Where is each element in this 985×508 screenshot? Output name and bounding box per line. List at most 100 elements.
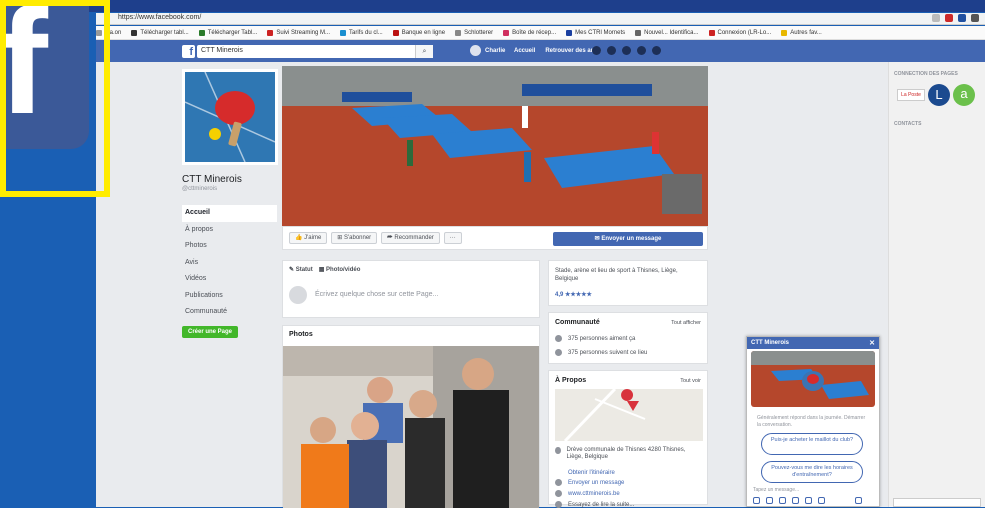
highlight-frame	[0, 0, 110, 197]
bookmark-item[interactable]: Boîte de récep...	[503, 29, 556, 36]
browser-title-bar	[0, 0, 985, 12]
bookmarks-bar: Ga.on Télécharger tabl... Télécharger Ta…	[96, 26, 985, 40]
chevron-down-icon[interactable]	[652, 46, 661, 55]
nav-profile-link[interactable]: Charlie	[470, 45, 505, 56]
website-row: www.cttminerois.be	[555, 490, 620, 497]
bookmark-item[interactable]: Mes CTRl Mornets	[566, 29, 625, 36]
like-icon[interactable]	[855, 497, 862, 504]
image-icon[interactable]	[753, 497, 760, 504]
emoji-icon[interactable]	[792, 497, 799, 504]
location-pin-icon	[555, 447, 561, 454]
message-link[interactable]: Envoyer un message	[568, 480, 624, 486]
bookmark-item[interactable]: Connexion (LR-Lo...	[708, 29, 771, 36]
messenger-icon[interactable]	[607, 46, 616, 55]
right-sidebar: CONNECTION DES PAGES La Poste L a CONTAC…	[888, 62, 985, 507]
chat-window: CTT Minerois ✕ Généralement répond dans …	[746, 336, 880, 507]
team-photo[interactable]	[283, 346, 539, 508]
bookmark-item[interactable]: Banque en ligne	[392, 29, 445, 36]
apropos-card: À Propos Tout voir Drève communale de Th…	[548, 370, 708, 508]
logo-l[interactable]: L	[928, 84, 950, 106]
create-page-button[interactable]: Créer une Page	[182, 326, 238, 338]
avatar	[470, 45, 481, 56]
community-card: Communauté Tout afficher 375 personnes a…	[548, 312, 708, 364]
page-nav-about[interactable]: À propos	[182, 222, 277, 239]
quick-reply-button[interactable]: Pouvez-vous me dire les horaires d'entra…	[761, 461, 863, 483]
contacts-title: CONTACTS	[894, 121, 922, 127]
chat-info-text: Généralement répond dans la journée. Dém…	[757, 415, 866, 428]
friends-icon[interactable]	[592, 46, 601, 55]
notifications-icon[interactable]	[622, 46, 631, 55]
composer-tab-photo[interactable]: ▦ Photo/vidéo	[319, 266, 361, 273]
post-composer: ✎ Statut ▦ Photo/vidéo Écrivez quelque c…	[282, 260, 540, 318]
community-row: 375 personnes suivent ce lieu	[555, 349, 647, 356]
bookmark-item[interactable]: Télécharger Tabl...	[198, 29, 257, 36]
page-rating[interactable]: 4,9 ★★★★★	[555, 291, 592, 298]
community-see-all-link[interactable]: Tout afficher	[671, 320, 701, 326]
quick-reply-button[interactable]: Puis-je acheter le maillot du club?	[761, 433, 863, 455]
search-input-value: CTT Minerois	[201, 47, 243, 54]
directions-row: Obtenir l'itinéraire	[555, 469, 615, 476]
page-nav-posts[interactable]: Publications	[182, 288, 277, 305]
sidebar-page-logos: La Poste L a	[897, 84, 975, 106]
website-link[interactable]: www.cttminerois.be	[568, 491, 620, 497]
composer-tab-status[interactable]: ✎ Statut	[289, 266, 313, 273]
chat-search-input[interactable]	[893, 498, 981, 507]
close-icon[interactable]: ✕	[869, 339, 875, 347]
avatar	[289, 286, 307, 304]
like-icon	[555, 335, 562, 342]
nav-links: Accueil Retrouver des amis	[514, 48, 601, 54]
chat-input[interactable]: Tapez un message...	[753, 487, 799, 493]
chat-header[interactable]: CTT Minerois ✕	[747, 337, 879, 349]
gif-icon[interactable]	[766, 497, 773, 504]
page-nav-videos[interactable]: Vidéos	[182, 271, 277, 288]
globe-icon	[555, 490, 562, 497]
browser-extension-icons	[932, 14, 979, 22]
search-icon[interactable]: ⌕	[415, 45, 433, 58]
apropos-see-all-link[interactable]: Tout voir	[680, 378, 701, 384]
bookmark-item[interactable]: Autres fav...	[781, 29, 822, 36]
page-nav: Accueil À propos Photos Avis Vidéos Publ…	[182, 205, 277, 321]
follow-button[interactable]: ⊞ S'abonner	[331, 232, 378, 244]
search-input[interactable]: CTT Minerois ⌕	[197, 45, 433, 58]
nav-link-home[interactable]: Accueil	[514, 48, 535, 54]
like-button[interactable]: 👍 J'aime	[289, 232, 328, 244]
extension-icon[interactable]	[945, 14, 953, 22]
bookmark-item[interactable]: Suivi Streaming M...	[267, 29, 330, 36]
facebook-top-nav: f CTT Minerois ⌕ Charlie Accueil Retrouv…	[96, 40, 985, 62]
address-bar[interactable]: https://www.facebook.com/	[96, 13, 985, 25]
help-icon[interactable]	[637, 46, 646, 55]
bookmark-item[interactable]: Schlotterer	[455, 29, 493, 36]
send-message-button[interactable]: ✉ Envoyer un message	[553, 232, 703, 246]
nav-icons	[592, 46, 661, 55]
logo-a[interactable]: a	[953, 84, 975, 106]
attachment-icon[interactable]	[805, 497, 812, 504]
url-text[interactable]: https://www.facebook.com/	[118, 14, 201, 21]
page-body: CTT Minerois @cttminerois Accueil À prop…	[96, 62, 985, 508]
extension-icon[interactable]	[958, 14, 966, 22]
profile-picture[interactable]	[182, 69, 278, 165]
address-row: Drève communale de Thisnes 4280 Thisnes,…	[555, 447, 695, 461]
composer-tabs: ✎ Statut ▦ Photo/vidéo	[289, 266, 360, 273]
share-button[interactable]: ⮫ Recommander	[381, 232, 440, 244]
page-nav-photos[interactable]: Photos	[182, 238, 277, 255]
bookmark-item[interactable]: Tarifs du cl...	[340, 29, 383, 36]
page-nav-reviews[interactable]: Avis	[182, 255, 277, 272]
more-button[interactable]: ···	[443, 232, 462, 244]
page-action-bar: 👍 J'aime ⊞ S'abonner ⮫ Recommander ··· ✉…	[282, 226, 708, 250]
camera-icon[interactable]	[818, 497, 825, 504]
composer-input[interactable]: Écrivez quelque chose sur cette Page...	[315, 291, 438, 298]
location-map[interactable]	[555, 389, 703, 441]
chat-title: CTT Minerois	[751, 340, 790, 346]
page-nav-home[interactable]: Accueil	[182, 205, 277, 222]
bookmark-item[interactable]: Nouvel... Identifica...	[635, 29, 699, 36]
cover-photo[interactable]	[282, 66, 708, 226]
facebook-logo[interactable]: f	[182, 45, 195, 58]
logo-poste[interactable]: La Poste	[897, 89, 925, 101]
community-title: Communauté	[555, 319, 600, 326]
page-nav-community[interactable]: Communauté	[182, 304, 277, 321]
directions-link[interactable]: Obtenir l'itinéraire	[568, 470, 615, 476]
sticker-icon[interactable]	[779, 497, 786, 504]
star-icon[interactable]	[932, 14, 940, 22]
menu-icon[interactable]	[971, 14, 979, 22]
bookmark-item[interactable]: Télécharger tabl...	[131, 29, 189, 36]
